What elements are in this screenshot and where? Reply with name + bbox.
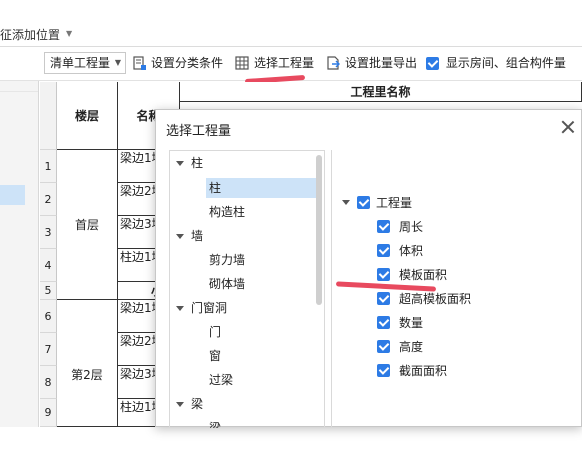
checkbox-checked-icon[interactable]: [377, 268, 390, 281]
expand-arrow-icon[interactable]: [176, 402, 184, 407]
row-number[interactable]: 9: [40, 399, 57, 427]
select-quantity-button[interactable]: 选择工程量: [235, 52, 314, 74]
row-number[interactable]: 2: [40, 183, 57, 216]
checkbox-checked-icon[interactable]: [377, 292, 390, 305]
tree-node-shear-wall[interactable]: 剪力墙: [209, 250, 245, 270]
left-panel: [0, 81, 39, 427]
quantity-item-label: 周长: [399, 220, 424, 234]
floor-cell[interactable]: 第2层: [57, 300, 118, 427]
quantity-item-label: 截面面积: [399, 364, 448, 378]
row-number[interactable]: 6: [40, 300, 57, 333]
show-rooms-label: 显示房间、组合构件量: [445, 56, 566, 70]
export-icon: [327, 56, 340, 70]
checkbox-checked-icon[interactable]: [377, 220, 390, 233]
checkbox-checked-icon[interactable]: [377, 316, 390, 329]
close-icon[interactable]: [560, 119, 576, 135]
expand-arrow-icon[interactable]: [176, 306, 184, 311]
checkbox-checked-icon[interactable]: [357, 196, 370, 209]
tree-node-constructional-column[interactable]: 构造柱: [209, 202, 245, 222]
row-number[interactable]: 3: [40, 216, 57, 249]
select-quantity-dialog: 选择工程量 柱 柱 构造柱 墙 剪力墙 砌体墙 门窗洞 门 窗 过梁 梁 梁 工…: [155, 109, 582, 428]
quantity-checklist: 工程量 周长 体积 模板面积 超高模板面积 数量 高度 截面面积: [331, 150, 582, 428]
annotation-underline: [335, 281, 437, 292]
component-tree: 柱 柱 构造柱 墙 剪力墙 砌体墙 门窗洞 门 窗 过梁 梁 梁: [169, 150, 325, 428]
tree-node-door[interactable]: 门: [209, 322, 221, 342]
set-category-label: 设置分类条件: [151, 56, 224, 70]
tree-node-lintel[interactable]: 过梁: [209, 370, 233, 390]
floor-cell[interactable]: 首层: [57, 150, 118, 300]
feature-position-label[interactable]: 征添加位置: [0, 26, 60, 43]
dialog-title: 选择工程量: [166, 124, 232, 139]
tree-node-column-child[interactable]: 柱: [206, 178, 316, 198]
row-header-corner: [40, 82, 57, 150]
row-number[interactable]: 1: [40, 150, 57, 183]
expand-arrow-icon[interactable]: [342, 200, 350, 205]
show-rooms-checkbox[interactable]: 显示房间、组合构件量: [426, 52, 566, 74]
row-number[interactable]: 5: [40, 282, 57, 300]
chevron-down-icon: ▼: [114, 58, 121, 67]
category-icon: [133, 56, 146, 70]
row-number[interactable]: 8: [40, 366, 57, 399]
header-floor: 楼层: [57, 82, 118, 150]
set-category-button[interactable]: 设置分类条件: [133, 52, 223, 74]
left-panel-selected-row[interactable]: [0, 185, 25, 205]
set-batch-export-label: 设置批量导出: [345, 56, 418, 70]
expand-arrow-icon[interactable]: [176, 234, 184, 239]
quantity-item-label: 高度: [399, 340, 424, 354]
toolbar: 清单工程量 ▼ 设置分类条件 选择工程量 设置批量导出 显示房间、组合构件量: [0, 47, 582, 85]
quantity-type-dropdown[interactable]: 清单工程量 ▼: [44, 52, 126, 74]
quantity-item-label: 模板面积: [399, 268, 448, 282]
chevron-down-icon[interactable]: ▼: [66, 29, 72, 38]
dropdown-value: 清单工程量: [50, 56, 111, 70]
quantity-item-label: 超高模板面积: [399, 292, 472, 306]
quantity-item-label: 数量: [399, 316, 424, 330]
quantity-item-label: 体积: [399, 244, 424, 258]
select-quantity-label: 选择工程量: [254, 56, 315, 70]
row-number[interactable]: 7: [40, 333, 57, 366]
checkbox-checked-icon[interactable]: [377, 340, 390, 353]
set-batch-export-button[interactable]: 设置批量导出: [326, 52, 417, 74]
checkbox-checked-icon[interactable]: [426, 57, 439, 70]
tree-node-masonry-wall[interactable]: 砌体墙: [209, 274, 245, 294]
divider: [0, 91, 38, 92]
checkbox-checked-icon[interactable]: [377, 364, 390, 377]
quantity-root-label: 工程量: [376, 196, 413, 210]
tree-node-window[interactable]: 窗: [209, 346, 221, 366]
header-quantity-name: 工程里名称: [180, 82, 582, 102]
table-grid-icon: [235, 56, 249, 70]
top-strip: 征添加位置 ▼: [0, 0, 582, 47]
checkbox-checked-icon[interactable]: [377, 244, 390, 257]
expand-arrow-icon[interactable]: [176, 161, 184, 166]
row-number[interactable]: 4: [40, 249, 57, 282]
tree-scrollbar[interactable]: [316, 155, 322, 305]
